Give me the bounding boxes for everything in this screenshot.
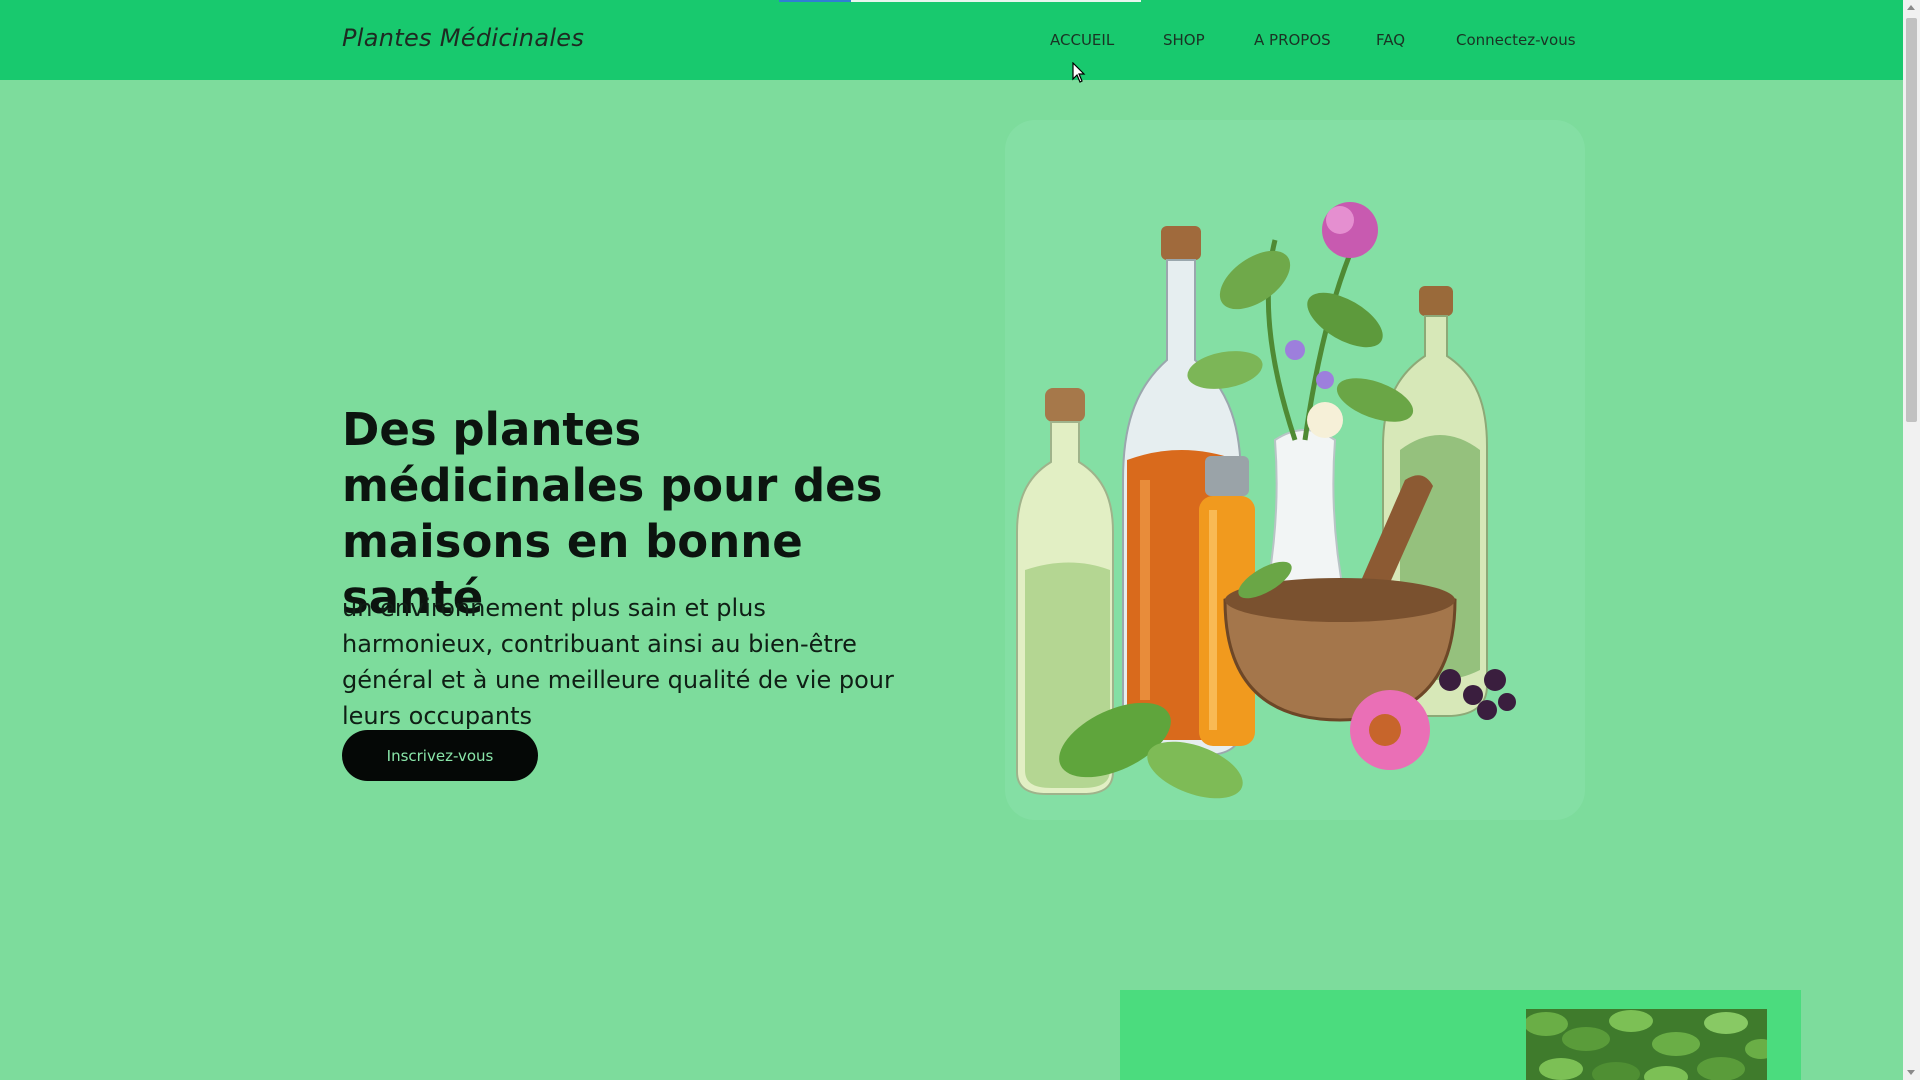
hero-illustration: [1005, 120, 1585, 820]
leaves-photo: [1526, 1009, 1767, 1080]
mouse-pointer-icon: [1072, 62, 1086, 83]
nav-item-connectez-vous[interactable]: Connectez-vous: [1456, 31, 1576, 49]
nav-item-shop[interactable]: SHOP: [1163, 31, 1205, 49]
site-header: Plantes Médicinales ACCUEIL SHOP A PROPO…: [0, 0, 1903, 80]
loading-bar-track: [851, 0, 1141, 2]
nav-item-faq[interactable]: FAQ: [1376, 31, 1405, 49]
nav-item-accueil[interactable]: ACCUEIL: [1050, 31, 1114, 49]
scrollbar-thumb[interactable]: [1906, 18, 1917, 422]
signup-button[interactable]: Inscrivez-vous: [342, 730, 538, 781]
loading-bar-progress: [779, 0, 851, 2]
main-nav: ACCUEIL SHOP A PROPOS FAQ Connectez-vous: [0, 31, 1903, 55]
page: Plantes Médicinales ACCUEIL SHOP A PROPO…: [0, 0, 1903, 1080]
scroll-up-arrow-icon[interactable]: [1907, 5, 1915, 10]
echinacea-flower: [1350, 690, 1430, 770]
scroll-down-arrow-icon[interactable]: [1907, 1070, 1915, 1075]
hero-subtitle: un environnement plus sain et plus harmo…: [342, 594, 894, 730]
vertical-scrollbar[interactable]: [1903, 0, 1920, 1080]
nav-item-a-propos[interactable]: A PROPOS: [1254, 31, 1331, 49]
